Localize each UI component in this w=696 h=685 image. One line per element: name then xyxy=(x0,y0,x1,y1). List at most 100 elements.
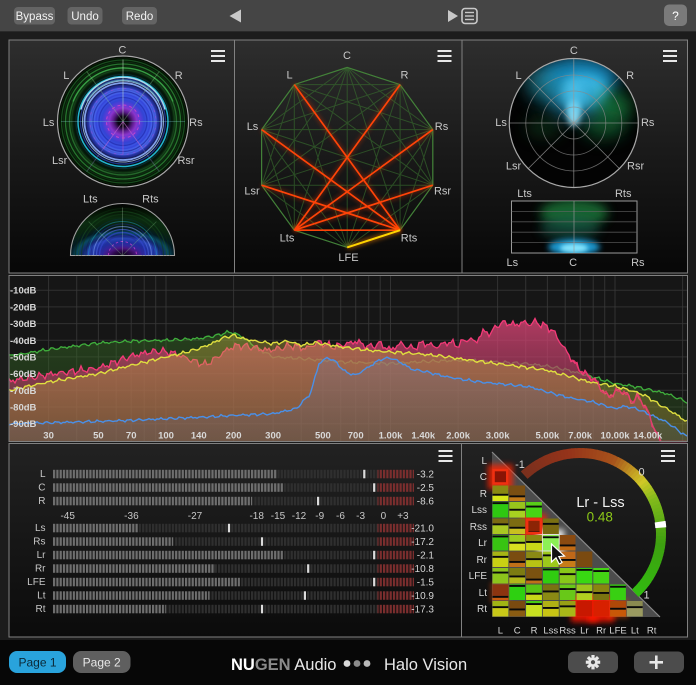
svg-text:Lsr: Lsr xyxy=(244,186,260,198)
svg-text:C: C xyxy=(514,626,521,637)
svg-text:Ls: Ls xyxy=(43,117,55,129)
svg-text:Page 1: Page 1 xyxy=(18,656,56,670)
svg-text:-40dB: -40dB xyxy=(10,336,37,347)
svg-text:10.00k: 10.00k xyxy=(600,431,630,442)
svg-text:-80dB: -80dB xyxy=(10,403,37,414)
svg-text:R: R xyxy=(531,626,538,637)
svg-text:L: L xyxy=(63,70,69,82)
svg-text:LFE: LFE xyxy=(27,577,46,588)
svg-text:-15: -15 xyxy=(271,511,286,522)
svg-text:300: 300 xyxy=(265,431,281,442)
svg-text:5.00k: 5.00k xyxy=(536,431,560,442)
svg-text:-3.2: -3.2 xyxy=(417,469,435,480)
svg-text:-9: -9 xyxy=(315,511,324,522)
svg-text:Rt: Rt xyxy=(647,626,657,637)
svg-text:-90dB: -90dB xyxy=(10,419,37,430)
svg-text:Lt: Lt xyxy=(631,626,639,637)
svg-text:LFE: LFE xyxy=(469,571,488,582)
svg-text:-70dB: -70dB xyxy=(10,386,37,397)
svg-text:Rt: Rt xyxy=(477,604,487,615)
svg-text:Rs: Rs xyxy=(33,537,45,548)
svg-text:Rs: Rs xyxy=(435,121,449,133)
svg-text:-17.2: -17.2 xyxy=(411,537,434,548)
svg-text:500: 500 xyxy=(315,431,331,442)
svg-text:R: R xyxy=(175,70,183,82)
svg-text:Rsr: Rsr xyxy=(627,160,644,172)
svg-text:-30dB: -30dB xyxy=(10,319,37,330)
svg-text:L: L xyxy=(498,626,503,637)
svg-text:0: 0 xyxy=(381,511,387,522)
svg-text:-1: -1 xyxy=(515,459,525,471)
svg-text:-45: -45 xyxy=(60,511,75,522)
svg-text:Lss: Lss xyxy=(543,626,558,637)
svg-text:Lr: Lr xyxy=(478,538,488,549)
svg-text:-2.5: -2.5 xyxy=(417,483,435,494)
svg-text:-36: -36 xyxy=(124,511,139,522)
svg-text:Lt: Lt xyxy=(479,588,488,599)
svg-text:-10.8: -10.8 xyxy=(411,564,434,575)
svg-text:-17.3: -17.3 xyxy=(411,604,434,615)
svg-text:Rsr: Rsr xyxy=(434,186,451,198)
svg-text:R: R xyxy=(480,489,487,500)
svg-text:Lts: Lts xyxy=(83,194,98,206)
svg-text:70: 70 xyxy=(126,431,137,442)
svg-text:Rs: Rs xyxy=(631,257,645,269)
svg-text:Rts: Rts xyxy=(401,233,418,245)
svg-text:-20dB: -20dB xyxy=(10,302,37,313)
svg-text:?: ? xyxy=(672,9,679,23)
svg-text:Lt: Lt xyxy=(37,591,46,602)
svg-text:C: C xyxy=(343,50,351,62)
svg-text:-50dB: -50dB xyxy=(10,352,37,363)
svg-text:0: 0 xyxy=(638,467,644,479)
svg-text:Rr: Rr xyxy=(35,564,46,575)
svg-text:C: C xyxy=(480,472,487,483)
svg-text:Ls: Ls xyxy=(35,523,46,534)
svg-text:14.00k: 14.00k xyxy=(633,431,663,442)
svg-text:1.40k: 1.40k xyxy=(411,431,435,442)
svg-text:Rsr: Rsr xyxy=(177,155,194,167)
svg-text:C: C xyxy=(38,483,45,494)
svg-text:C: C xyxy=(569,257,577,269)
svg-text:Lr: Lr xyxy=(580,626,588,637)
svg-text:Rr: Rr xyxy=(476,555,487,566)
svg-text:-27: -27 xyxy=(188,511,203,522)
svg-text:Ls: Ls xyxy=(495,117,507,129)
svg-text:-12: -12 xyxy=(292,511,307,522)
svg-text:Rs: Rs xyxy=(641,117,655,129)
svg-text:Redo: Redo xyxy=(126,11,154,23)
svg-text:Bypass: Bypass xyxy=(16,11,54,23)
svg-text:3.00k: 3.00k xyxy=(486,431,510,442)
svg-text:Undo: Undo xyxy=(71,11,99,23)
svg-text:-3: -3 xyxy=(356,511,365,522)
svg-text:Rs: Rs xyxy=(189,117,203,129)
svg-text:LFE: LFE xyxy=(609,626,626,637)
svg-text:30: 30 xyxy=(43,431,54,442)
svg-text:Lsr: Lsr xyxy=(506,160,522,172)
svg-text:-8.6: -8.6 xyxy=(417,496,435,507)
svg-text:R: R xyxy=(401,70,409,82)
svg-text:Rts: Rts xyxy=(615,188,632,200)
svg-text:100: 100 xyxy=(158,431,174,442)
svg-text:1: 1 xyxy=(643,590,649,602)
svg-text:2.00k: 2.00k xyxy=(446,431,470,442)
svg-text:Rt: Rt xyxy=(36,604,46,615)
svg-text:Rts: Rts xyxy=(142,194,159,206)
svg-text:7.00k: 7.00k xyxy=(568,431,592,442)
svg-text:R: R xyxy=(626,70,634,82)
svg-text:Halo Vision: Halo Vision xyxy=(384,656,467,674)
svg-text:Page 2: Page 2 xyxy=(83,656,121,670)
svg-text:-60dB: -60dB xyxy=(10,369,37,380)
svg-text:140: 140 xyxy=(191,431,207,442)
svg-text:Lts: Lts xyxy=(517,188,532,200)
svg-text:C: C xyxy=(570,45,578,57)
svg-text:Lsr: Lsr xyxy=(52,155,68,167)
svg-text:Lr: Lr xyxy=(37,550,47,561)
svg-text:Ls: Ls xyxy=(247,121,259,133)
svg-text:-10.9: -10.9 xyxy=(411,591,434,602)
svg-text:L: L xyxy=(516,70,522,82)
svg-text:0.48: 0.48 xyxy=(587,510,613,525)
svg-text:-6: -6 xyxy=(336,511,345,522)
svg-text:700: 700 xyxy=(348,431,364,442)
svg-text:-10dB: -10dB xyxy=(10,286,37,297)
svg-text:Lss: Lss xyxy=(471,505,487,516)
